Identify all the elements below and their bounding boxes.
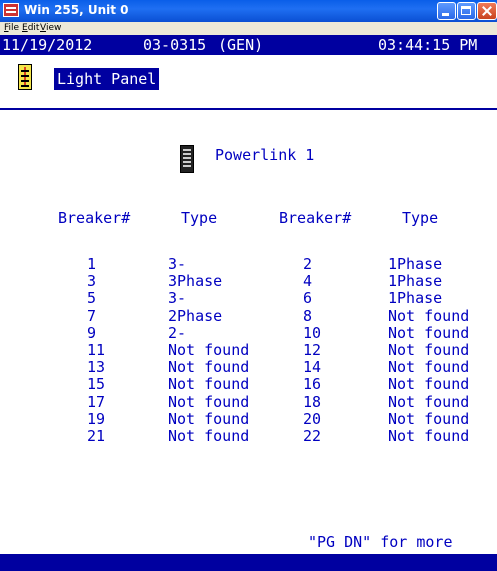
separator [0,108,497,110]
table-cell-breaker-left: 1 [87,255,97,273]
table-cell-breaker-right: 20 [303,409,322,428]
header-type-1: Type [181,209,218,227]
status-bar: 11/19/2012 03-0315 (GEN) 03:44:15 PM [0,35,497,55]
table-cell-type-left: 3Phase [168,272,223,291]
table-cell-type-left: Not found [168,409,250,428]
table-cell-breaker-left: 19 [87,409,106,428]
table-cell-breaker-left: 17 [87,392,106,411]
header-breaker-1: Breaker# [58,209,131,227]
table-cell-breaker-left: 21 [87,427,106,445]
table-cell-type-right: Not found [388,375,470,394]
menu-bar: File Edit View [0,22,497,35]
minimize-icon [442,13,449,16]
table-cell-type-left: 2Phase [168,306,223,325]
table-cell-type-left: 3- [168,289,187,308]
table-cell-type-right: Not found [388,392,470,411]
table-cell-type-left: Not found [168,375,250,394]
status-mode: (GEN) [218,36,264,54]
table-cell-breaker-left: 13 [87,358,106,377]
table-cell-breaker-left: 11 [87,341,106,359]
status-date: 11/19/2012 [2,36,93,54]
app-icon[interactable] [3,3,19,17]
table-cell-type-right: Not found [388,341,470,359]
table-cell-type-right: Not found [388,409,470,428]
table-cell-type-left: 3- [168,255,187,273]
table-cell-breaker-right: 22 [303,427,322,445]
minimize-button[interactable] [437,2,456,20]
table-cell-type-left: Not found [168,392,250,411]
table-cell-breaker-right: 12 [303,341,322,359]
table-cell-breaker-left: 5 [87,289,97,308]
table-cell-breaker-right: 16 [303,375,322,394]
table-cell-breaker-left: 9 [87,323,97,342]
table-cell-type-right: Not found [388,358,470,377]
table-cell-type-right: 1Phase [388,289,443,308]
table-cell-breaker-right: 8 [303,306,313,325]
page-down-hint: "PG DN" for more [308,533,453,551]
table-cell-type-right: 1Phase [388,255,443,273]
menu-view[interactable]: View [40,23,61,33]
header-type-2: Type [402,209,439,227]
table-cell-type-right: 1Phase [388,272,443,291]
table-cell-breaker-left: 15 [87,375,106,394]
table-cell-breaker-right: 2 [303,255,313,273]
bottom-bar [0,554,497,571]
maximize-icon [461,6,471,15]
table-cell-breaker-right: 14 [303,358,322,377]
close-button[interactable] [477,2,497,20]
table-cell-type-left: Not found [168,358,250,377]
table-cell-type-right: Not found [388,323,470,342]
light-panel-icon [18,64,32,90]
table-cell-type-left: 2- [168,323,187,342]
table-cell-breaker-right: 6 [303,289,313,308]
header-breaker-2: Breaker# [279,209,352,227]
table-cell-type-right: Not found [388,427,470,445]
maximize-button[interactable] [457,2,476,20]
table-cell-breaker-left: 3 [87,272,97,291]
menu-file[interactable]: File [4,23,19,33]
status-time: 03:44:15 PM [378,36,478,54]
screen-title: Light Panel [54,68,160,90]
status-code: 03-0315 [143,36,207,54]
table-cell-breaker-right: 18 [303,392,322,411]
powerlink-icon [180,145,194,173]
table-cell-breaker-right: 10 [303,323,322,342]
table-cell-type-left: Not found [168,341,250,359]
table-cell-type-left: Not found [168,427,250,445]
table-cell-breaker-right: 4 [303,272,313,291]
menu-edit[interactable]: Edit [22,23,39,33]
panel-name: Powerlink 1 [215,146,315,164]
table-cell-type-right: Not found [388,306,470,325]
table-cell-breaker-left: 7 [87,306,97,325]
window-title: Win 255, Unit 0 [24,3,129,17]
title-bar[interactable]: Win 255, Unit 0 [0,0,497,22]
